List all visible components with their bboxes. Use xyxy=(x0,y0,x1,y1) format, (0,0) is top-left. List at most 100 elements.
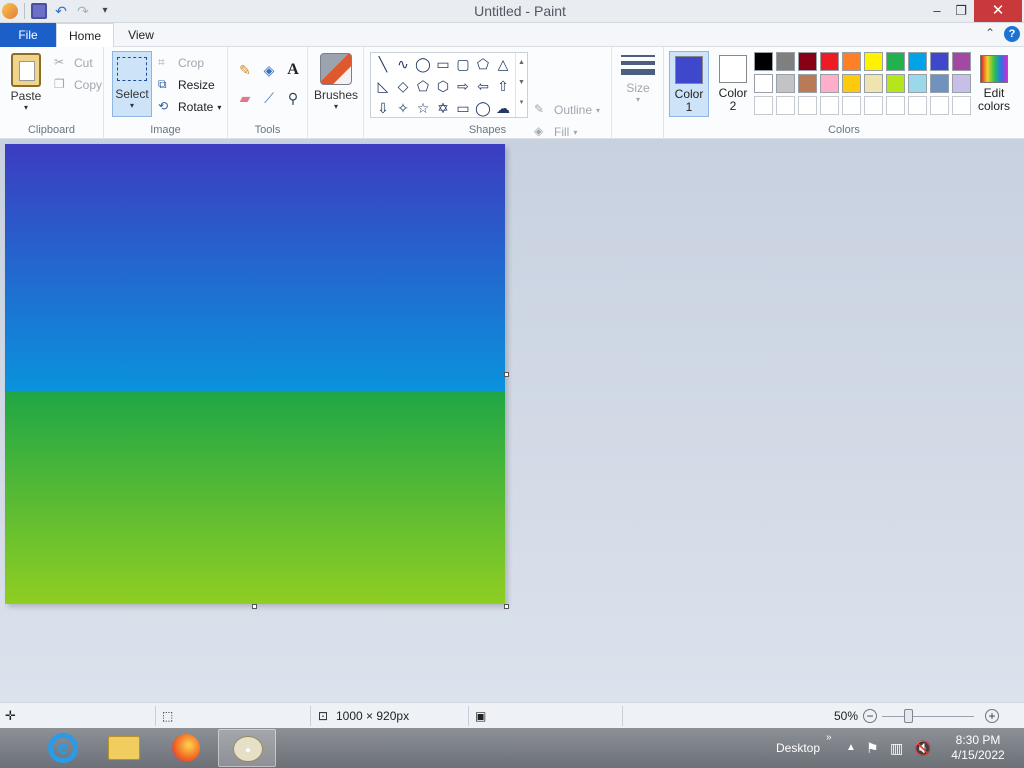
five-point-star-shape-icon[interactable]: ☆ xyxy=(413,99,433,118)
zoom-out-button[interactable]: − xyxy=(863,709,877,723)
help-icon[interactable]: ? xyxy=(1004,26,1020,42)
palette-swatch[interactable] xyxy=(820,96,839,115)
magnifier-icon[interactable]: ⚲ xyxy=(284,89,302,107)
palette-swatch[interactable] xyxy=(952,96,971,115)
right-arrow-shape-icon[interactable]: ⇨ xyxy=(453,77,473,96)
palette-swatch[interactable] xyxy=(908,96,927,115)
shapes-scrollbar[interactable]: ▲ ▼ ▾ xyxy=(515,53,527,117)
color1-button[interactable]: Color 1 xyxy=(669,51,709,117)
palette-swatch[interactable] xyxy=(798,74,817,93)
oval-callout-shape-icon[interactable]: ◯ xyxy=(473,99,493,118)
curve-shape-icon[interactable]: ∿ xyxy=(393,55,413,74)
taskbar-firefox[interactable] xyxy=(156,729,214,767)
desktop-toolbar[interactable]: Desktop xyxy=(776,728,820,768)
palette-swatch[interactable] xyxy=(798,52,817,71)
cloud-callout-shape-icon[interactable]: ☁ xyxy=(493,99,513,118)
taskbar-internet-explorer[interactable]: e xyxy=(34,729,92,767)
line-shape-icon[interactable]: ╲ xyxy=(373,55,393,74)
tab-file[interactable]: File xyxy=(0,23,56,47)
paste-button[interactable]: Paste ▾ xyxy=(6,47,46,112)
minimize-button[interactable]: – xyxy=(926,0,948,22)
zoom-slider-track[interactable] xyxy=(882,716,974,717)
taskbar-paint[interactable] xyxy=(218,729,276,767)
palette-swatch[interactable] xyxy=(886,52,905,71)
four-point-star-shape-icon[interactable]: ✧ xyxy=(393,99,413,118)
rounded-callout-shape-icon[interactable]: ▭ xyxy=(453,99,473,118)
six-point-star-shape-icon[interactable]: ✡ xyxy=(433,99,453,118)
minimize-ribbon-icon[interactable]: ⌃ xyxy=(985,26,995,40)
taskbar-file-explorer[interactable] xyxy=(95,729,153,767)
eraser-icon[interactable]: ▰ xyxy=(236,89,254,107)
action-center-flag-icon[interactable]: ⚑ xyxy=(866,728,879,768)
palette-swatch[interactable] xyxy=(754,74,773,93)
size-button[interactable]: Size ▾ xyxy=(618,49,658,104)
palette-swatch[interactable] xyxy=(842,74,861,93)
palette-swatch[interactable] xyxy=(952,52,971,71)
palette-swatch[interactable] xyxy=(754,52,773,71)
rectangle-shape-icon[interactable]: ▭ xyxy=(433,55,453,74)
color-picker-icon[interactable]: ⟋ xyxy=(260,89,278,107)
pentagon-shape-icon[interactable]: ⬠ xyxy=(413,77,433,96)
close-button[interactable]: ✕ xyxy=(974,0,1022,22)
palette-swatch[interactable] xyxy=(864,74,883,93)
palette-swatch[interactable] xyxy=(908,52,927,71)
hexagon-shape-icon[interactable]: ⬡ xyxy=(433,77,453,96)
volume-muted-icon[interactable]: 🔇 xyxy=(914,728,931,768)
palette-swatch[interactable] xyxy=(930,96,949,115)
palette-swatch[interactable] xyxy=(776,96,795,115)
palette-swatch[interactable] xyxy=(886,96,905,115)
oval-shape-icon[interactable]: ◯ xyxy=(413,55,433,74)
resize-handle-bottom[interactable] xyxy=(252,604,257,609)
outline-button[interactable]: ✎ Outline ▾ xyxy=(534,102,600,118)
left-arrow-shape-icon[interactable]: ⇦ xyxy=(473,77,493,96)
pencil-icon[interactable]: ✎ xyxy=(236,61,254,79)
select-button[interactable]: Select ▾ xyxy=(112,51,152,117)
rounded-rectangle-shape-icon[interactable]: ▢ xyxy=(453,55,473,74)
copy-button[interactable]: ❐ Copy xyxy=(54,77,102,93)
palette-swatch[interactable] xyxy=(754,96,773,115)
palette-swatch[interactable] xyxy=(930,74,949,93)
text-tool-icon[interactable]: A xyxy=(284,61,302,79)
show-hidden-icons-icon[interactable]: ▲ xyxy=(846,728,856,768)
resize-handle-right[interactable] xyxy=(504,372,509,377)
rotate-button[interactable]: ⟲ Rotate ▾ xyxy=(158,99,221,115)
network-icon[interactable]: ▥ xyxy=(890,728,903,768)
cut-button[interactable]: ✂ Cut xyxy=(54,55,93,71)
diamond-shape-icon[interactable]: ◇ xyxy=(393,77,413,96)
palette-swatch[interactable] xyxy=(864,52,883,71)
tab-home[interactable]: Home xyxy=(56,23,114,48)
palette-swatch[interactable] xyxy=(798,96,817,115)
zoom-slider-thumb[interactable] xyxy=(904,709,913,723)
palette-swatch[interactable] xyxy=(842,52,861,71)
edit-colors-button[interactable]: Edit colors xyxy=(976,51,1012,113)
polygon-shape-icon[interactable]: ⬠ xyxy=(473,55,493,74)
toolbar-chevron-icon[interactable]: » xyxy=(826,718,832,758)
down-arrow-shape-icon[interactable]: ⇩ xyxy=(373,99,393,118)
triangle-shape-icon[interactable]: △ xyxy=(493,55,513,74)
fill-bucket-icon[interactable]: ◈ xyxy=(260,61,278,79)
palette-swatch[interactable] xyxy=(842,96,861,115)
brushes-button[interactable]: Brushes ▾ xyxy=(312,49,360,111)
maximize-button[interactable]: ❐ xyxy=(950,0,972,22)
palette-swatch[interactable] xyxy=(820,52,839,71)
zoom-in-button[interactable]: + xyxy=(985,709,999,723)
resize-handle-corner[interactable] xyxy=(504,604,509,609)
palette-swatch[interactable] xyxy=(864,96,883,115)
palette-swatch[interactable] xyxy=(886,74,905,93)
palette-swatch[interactable] xyxy=(908,74,927,93)
palette-swatch[interactable] xyxy=(930,52,949,71)
palette-swatch[interactable] xyxy=(820,74,839,93)
fill-button[interactable]: ◈ Fill ▾ xyxy=(534,124,577,140)
canvas-workspace[interactable] xyxy=(0,139,1024,702)
tab-view[interactable]: View xyxy=(114,23,168,47)
palette-swatch[interactable] xyxy=(776,52,795,71)
up-arrow-shape-icon[interactable]: ⇧ xyxy=(493,77,513,96)
color2-button[interactable]: Color 2 xyxy=(713,51,753,117)
crop-button[interactable]: ⌗ Crop xyxy=(158,55,204,71)
palette-swatch[interactable] xyxy=(952,74,971,93)
palette-swatch[interactable] xyxy=(776,74,795,93)
system-clock[interactable]: 8:30 PM 4/15/2022 xyxy=(938,733,1018,763)
right-triangle-shape-icon[interactable]: ◺ xyxy=(373,77,393,96)
drawing-canvas[interactable] xyxy=(5,144,505,604)
resize-button[interactable]: ⧉ Resize xyxy=(158,77,215,93)
